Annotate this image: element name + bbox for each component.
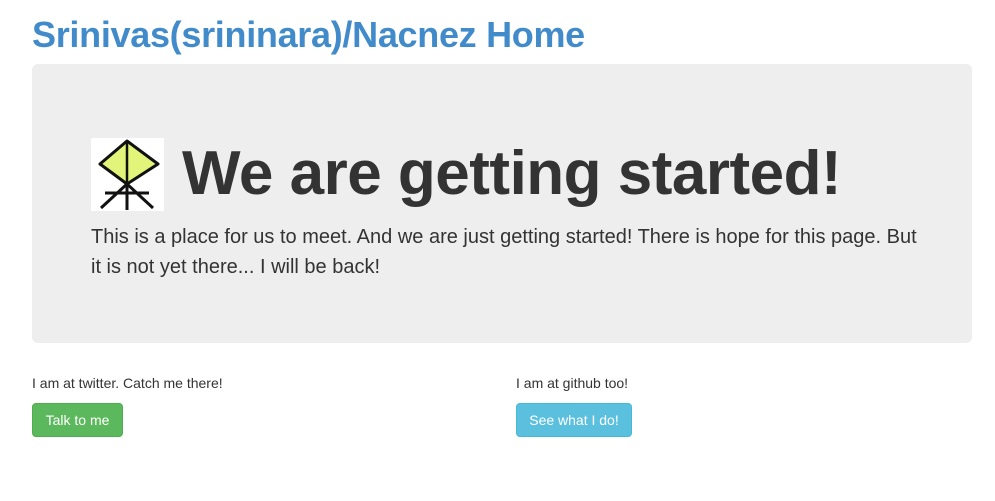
kite-stick-figure-icon <box>91 137 164 211</box>
site-title-link[interactable]: Srinivas(srininara)/Nacnez Home <box>32 12 585 58</box>
page: Srinivas(srininara)/Nacnez Home We are g… <box>0 0 995 501</box>
twitter-text: I am at twitter. Catch me there! <box>32 375 223 391</box>
hero-text: This is a place for us to meet. And we a… <box>91 226 917 278</box>
hero-heading: We are getting started! <box>182 139 842 208</box>
github-text: I am at github too! <box>516 375 629 391</box>
twitter-section: I am at twitter. Catch me there! Talk to… <box>32 375 223 437</box>
jumbotron: We are getting started! This is a place … <box>32 64 972 343</box>
see-what-i-do-button[interactable]: See what I do! <box>516 403 632 437</box>
github-section: I am at github too! See what I do! <box>516 375 632 437</box>
hero-row: We are getting started! <box>91 137 842 211</box>
talk-to-me-button[interactable]: Talk to me <box>32 403 123 437</box>
